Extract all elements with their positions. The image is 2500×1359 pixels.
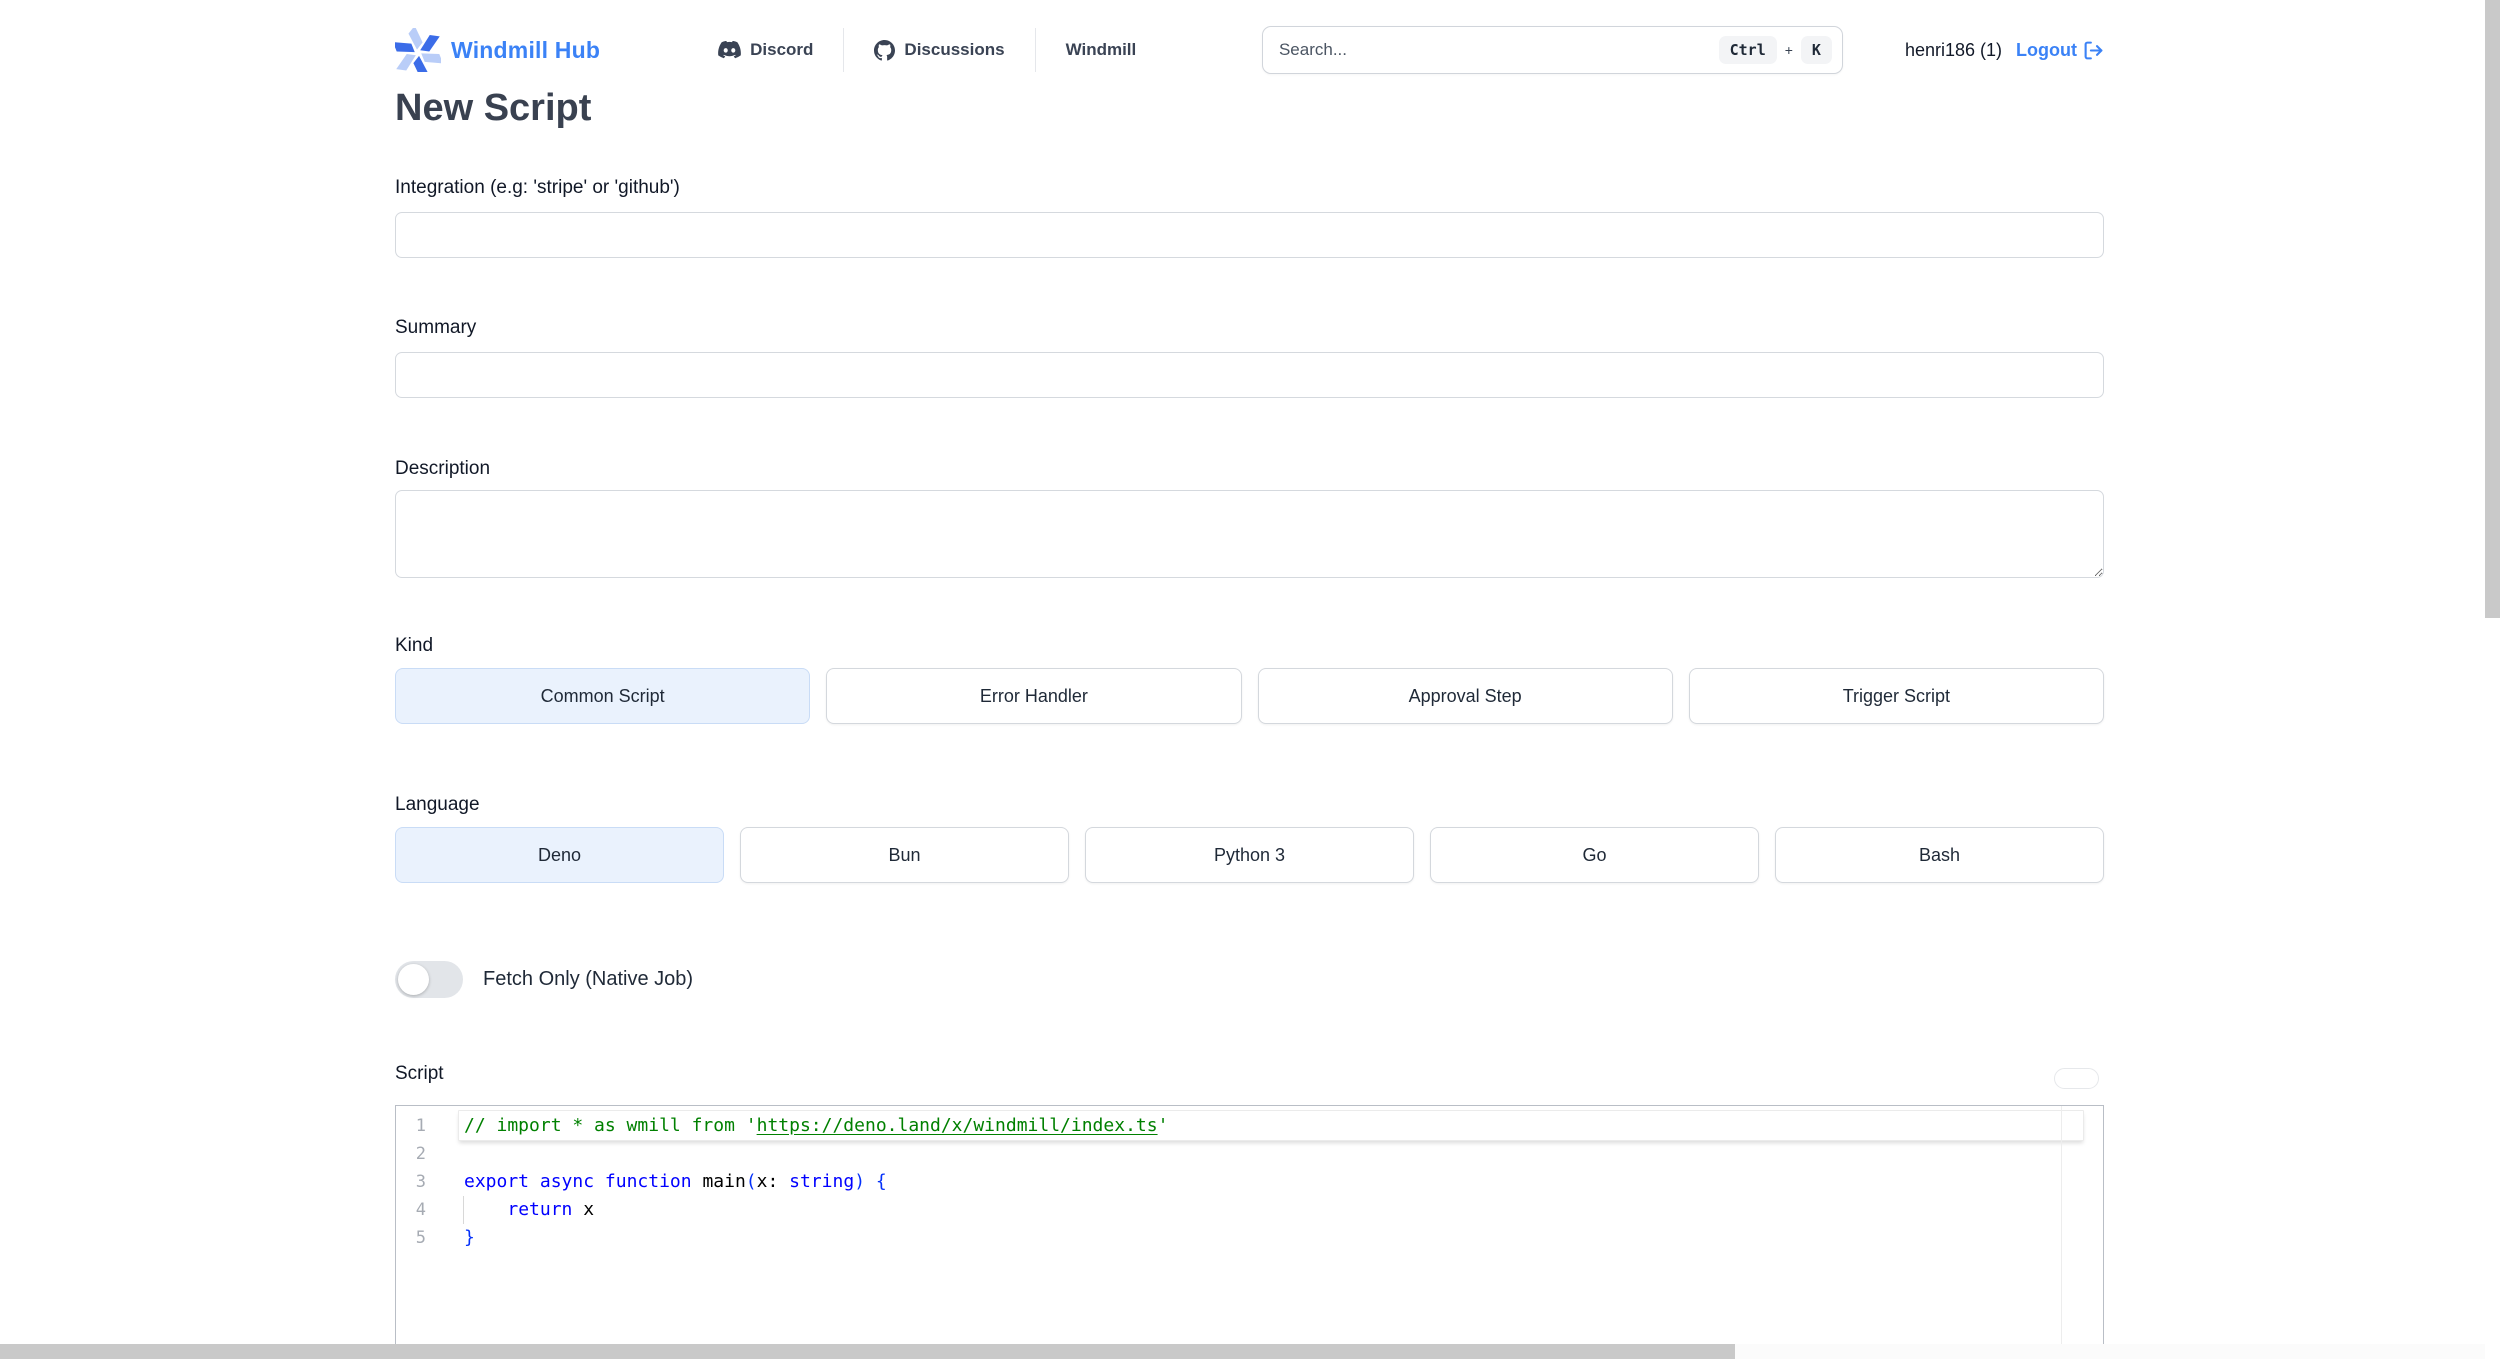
- language-options: Deno Bun Python 3 Go Bash: [395, 827, 2104, 883]
- script-label: Script: [395, 1063, 444, 1084]
- windmill-logo-icon: [395, 28, 441, 72]
- description-label: Description: [395, 458, 491, 479]
- nav-item-discussions-label: Discussions: [904, 40, 1005, 59]
- code-line[interactable]: export async function main(x: string) {: [464, 1168, 2103, 1196]
- summary-input[interactable]: [395, 352, 2104, 398]
- kbd-plus: +: [1784, 42, 1793, 58]
- nav-item-discord-label: Discord: [750, 40, 814, 59]
- nav-item-windmill-label: Windmill: [1065, 40, 1137, 59]
- line-number[interactable]: 4: [396, 1196, 456, 1224]
- line-number[interactable]: 1: [396, 1112, 456, 1140]
- nav-item-discussions[interactable]: Discussions: [844, 28, 1034, 72]
- kind-option-approval-step[interactable]: Approval Step: [1257, 668, 1673, 724]
- kind-option-trigger-script[interactable]: Trigger Script: [1688, 668, 2104, 724]
- line-number[interactable]: 2: [396, 1140, 456, 1168]
- fetch-only-toggle[interactable]: [395, 960, 463, 998]
- nav-item-windmill[interactable]: Windmill: [1036, 28, 1167, 72]
- page-container: Windmill Hub Discord Discussions Windmil…: [395, 0, 2104, 1359]
- logout-link[interactable]: Logout: [2016, 40, 2104, 61]
- kind-option-common-script[interactable]: Common Script: [395, 668, 811, 724]
- kind-label: Kind: [395, 635, 434, 656]
- vertical-scrollbar-track[interactable]: [2485, 0, 2500, 1359]
- brand-name: Windmill Hub: [451, 36, 601, 63]
- search-input[interactable]: [1278, 40, 1719, 60]
- code-line[interactable]: return x: [463, 1196, 2103, 1224]
- horizontal-scrollbar-thumb[interactable]: [0, 1344, 1735, 1359]
- horizontal-scrollbar-track[interactable]: [0, 1344, 2500, 1359]
- code-line[interactable]: // import * as wmill from 'https://deno.…: [458, 1110, 2103, 1141]
- integration-input[interactable]: [395, 212, 2104, 258]
- line-number[interactable]: 5: [396, 1224, 456, 1252]
- logout-label: Logout: [2016, 39, 2077, 60]
- kind-option-error-handler[interactable]: Error Handler: [826, 668, 1242, 724]
- user-area: henri186 (1) Logout: [1905, 40, 2104, 61]
- language-option-bun[interactable]: Bun: [740, 827, 1069, 883]
- language-option-python3[interactable]: Python 3: [1085, 827, 1414, 883]
- code-line[interactable]: [464, 1140, 2103, 1168]
- kind-options: Common Script Error Handler Approval Ste…: [395, 668, 2104, 724]
- brand[interactable]: Windmill Hub: [395, 28, 600, 72]
- user-name: henri186 (1): [1904, 39, 2003, 60]
- description-textarea[interactable]: [395, 490, 2104, 578]
- discord-icon: [718, 41, 741, 59]
- editor-toggle-pill[interactable]: [2054, 1068, 2099, 1089]
- vertical-scrollbar-thumb[interactable]: [2485, 0, 2500, 618]
- language-option-deno[interactable]: Deno: [395, 827, 724, 883]
- toggle-knob: [398, 963, 429, 995]
- indent-guide: [463, 1196, 464, 1224]
- search-box[interactable]: Ctrl + K: [1261, 26, 1843, 74]
- kbd-k: K: [1800, 36, 1832, 64]
- script-row: Script: [395, 1062, 2104, 1089]
- kbd-ctrl: Ctrl: [1718, 36, 1777, 64]
- main-nav: Discord Discussions Windmill: [688, 28, 1166, 72]
- editor-lines[interactable]: // import * as wmill from 'https://deno.…: [456, 1106, 2103, 1359]
- github-icon: [874, 39, 896, 61]
- header: Windmill Hub Discord Discussions Windmil…: [395, 0, 2104, 80]
- fetch-only-label: Fetch Only (Native Job): [483, 967, 694, 990]
- code-line[interactable]: }: [464, 1224, 2103, 1252]
- page-title: New Script: [395, 87, 592, 129]
- language-label: Language: [395, 794, 480, 815]
- nav-item-discord[interactable]: Discord: [688, 28, 843, 72]
- summary-label: Summary: [395, 317, 477, 338]
- language-option-go[interactable]: Go: [1430, 827, 1759, 883]
- editor-scrollbar-divider: [2061, 1106, 2062, 1359]
- code-editor[interactable]: 12345 // import * as wmill from 'https:/…: [395, 1105, 2104, 1359]
- language-option-bash[interactable]: Bash: [1775, 827, 2104, 883]
- logout-icon: [2083, 40, 2104, 61]
- line-number[interactable]: 3: [396, 1168, 456, 1196]
- fetch-only-row: Fetch Only (Native Job): [395, 960, 2104, 998]
- integration-label: Integration (e.g: 'stripe' or 'github'): [395, 177, 680, 198]
- editor-gutter: 12345: [396, 1106, 456, 1359]
